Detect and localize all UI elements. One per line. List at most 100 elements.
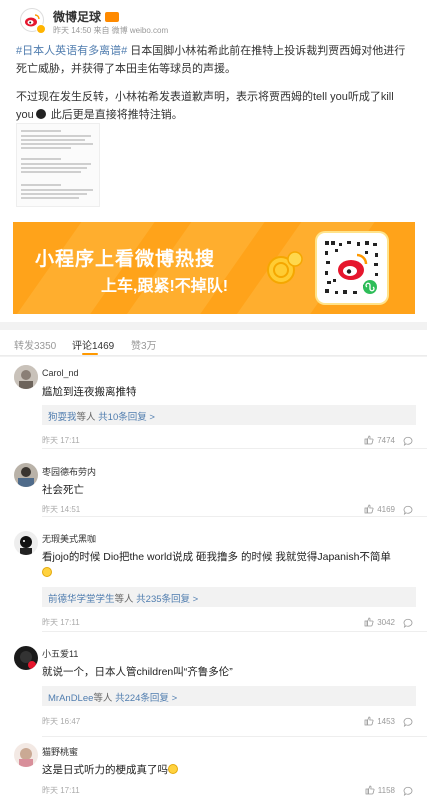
comment-time: 昨天 17:11 bbox=[42, 618, 80, 627]
comment-username[interactable]: Carol_nd bbox=[42, 368, 79, 378]
mini-program-banner[interactable]: 小程序上看微博热搜 上车,跟紧!不掉队! bbox=[13, 222, 415, 314]
thumb-up-icon bbox=[364, 617, 374, 627]
like-count: 1158 bbox=[377, 785, 395, 795]
comment-item: 小五爱11 就说一个，日本人管children叫“齐鲁多伦” MrAnDLee等… bbox=[0, 632, 427, 737]
reply-bubble-icon[interactable] bbox=[403, 436, 413, 446]
reply-bubble-icon[interactable] bbox=[403, 618, 413, 628]
active-tab-indicator bbox=[82, 353, 98, 355]
reply-summary[interactable]: MrAnDLee等人 共224条回复 > bbox=[42, 686, 416, 706]
tab-repost[interactable]: 转发3350 bbox=[14, 337, 56, 352]
avatar[interactable] bbox=[14, 743, 38, 767]
reply-summary[interactable]: 前德华学堂学生等人 共235条回复 > bbox=[42, 587, 416, 607]
emoji-icon bbox=[168, 764, 178, 774]
post-image-thumbnail[interactable] bbox=[16, 123, 100, 207]
avatar-image bbox=[14, 646, 38, 670]
reply-mid: 等人 bbox=[114, 594, 134, 605]
thumb-line bbox=[21, 147, 71, 149]
like-button[interactable]: 7474 bbox=[364, 435, 395, 445]
comment-time: 昨天 17:11 bbox=[42, 786, 80, 795]
thumb-line bbox=[21, 171, 81, 173]
vip-badge-icon bbox=[105, 11, 120, 22]
thumb-line bbox=[21, 167, 87, 169]
comment-username[interactable]: 猫野桃蜜 bbox=[42, 745, 78, 758]
comment-item: 无瑕美式黑咖 看jojo的时候 Dio把the world说成 砸我撸多 的时候… bbox=[0, 517, 427, 632]
avatar[interactable] bbox=[14, 463, 38, 487]
hashtag-link[interactable]: #日本人英语有多离谱# bbox=[16, 45, 127, 57]
thumb-line bbox=[21, 135, 91, 137]
reply-bubble-icon[interactable] bbox=[403, 786, 413, 796]
qr-pattern bbox=[325, 241, 378, 294]
tab-like[interactable]: 赞3万 bbox=[131, 337, 157, 352]
post-tabs: 转发3350 评论1469 赞3万 bbox=[0, 330, 427, 356]
verified-badge bbox=[36, 24, 46, 34]
reply-count-link[interactable]: 共224条回复 > bbox=[115, 693, 177, 704]
like-button[interactable]: 1158 bbox=[365, 785, 395, 795]
comment-item: Carol_nd 尴尬到连夜搬离推特 狗耍我等人 共10条回复 > 昨天 17:… bbox=[0, 357, 427, 449]
comment-username[interactable]: 小五爱11 bbox=[42, 647, 78, 660]
thumb-up-icon bbox=[364, 504, 374, 514]
thumb-line bbox=[21, 189, 93, 191]
post-body: #日本人英语有多离谱# 日本国脚小林祐希此前在推特上投诉裁判贾西姆对他进行死亡威… bbox=[16, 42, 412, 124]
author-name[interactable]: 微博足球 bbox=[53, 8, 101, 25]
avatar[interactable] bbox=[14, 531, 38, 555]
post-paragraph-2b: 此后更是直接将推特注销。 bbox=[47, 109, 183, 121]
comment-text: 看jojo的时候 Dio把the world说成 砸我撸多 的时候 我就觉得Ja… bbox=[42, 551, 391, 563]
avatar-image bbox=[14, 365, 38, 389]
reply-count-link[interactable]: 共235条回复 > bbox=[136, 594, 198, 605]
comment-username[interactable]: 枣园德布劳内 bbox=[42, 465, 96, 478]
reply-bubble-icon[interactable] bbox=[403, 505, 413, 515]
reply-user[interactable]: MrAnDLee bbox=[48, 693, 93, 704]
thumb-line bbox=[21, 193, 87, 195]
comment-username[interactable]: 无瑕美式黑咖 bbox=[42, 532, 96, 545]
emoji-icon bbox=[35, 109, 46, 119]
thumb-line bbox=[21, 143, 93, 145]
reply-mid: 等人 bbox=[76, 412, 96, 423]
thumb-up-icon bbox=[364, 435, 374, 445]
thumb-up-icon bbox=[364, 716, 374, 726]
tab-comment[interactable]: 评论1469 bbox=[72, 337, 115, 355]
comment-text: 社会死亡 bbox=[42, 484, 84, 496]
reply-user[interactable]: 狗耍我 bbox=[48, 412, 77, 423]
banner-subtitle: 上车,跟紧!不掉队! bbox=[101, 278, 229, 295]
weibo-post: 微博足球 昨天 14:50 来自 微博 weibo.com #日本人英语有多离谱… bbox=[0, 0, 427, 322]
comment-item: 枣园德布劳内 社会死亡 昨天 14:51 4169 bbox=[0, 449, 427, 517]
post-header: 微博足球 昨天 14:50 来自 微博 weibo.com bbox=[12, 8, 412, 36]
qr-code-icon[interactable] bbox=[317, 233, 387, 303]
comment-text: 就说一个，日本人管children叫“齐鲁多伦” bbox=[42, 666, 233, 678]
thumb-line bbox=[21, 184, 61, 186]
avatar-image bbox=[14, 463, 38, 487]
thumb-line bbox=[21, 130, 61, 132]
post-meta: 昨天 14:50 来自 微博 weibo.com bbox=[53, 26, 169, 35]
thumb-line bbox=[21, 158, 61, 160]
reply-bubble-icon[interactable] bbox=[403, 717, 413, 727]
avatar-image bbox=[14, 531, 38, 555]
banner-title: 小程序上看微博热搜 bbox=[35, 249, 216, 270]
tab-comment-label: 评论1469 bbox=[72, 341, 115, 352]
reply-summary[interactable]: 狗耍我等人 共10条回复 > bbox=[42, 405, 416, 425]
comment-time: 昨天 17:11 bbox=[42, 436, 80, 445]
like-count: 3042 bbox=[377, 617, 395, 627]
comment-list: Carol_nd 尴尬到连夜搬离推特 狗耍我等人 共10条回复 > 昨天 17:… bbox=[0, 357, 427, 800]
like-button[interactable]: 4169 bbox=[364, 504, 395, 514]
like-button[interactable]: 1453 bbox=[364, 716, 395, 726]
thumb-up-icon bbox=[365, 785, 375, 795]
emoji-icon bbox=[42, 567, 52, 577]
reply-user[interactable]: 前德华学堂学生 bbox=[48, 594, 115, 605]
thumb-line bbox=[21, 197, 79, 199]
avatar[interactable] bbox=[14, 646, 38, 670]
comment-item: 猫野桃蜜 这是日式听力的梗成真了吗 昨天 17:11 1158 bbox=[0, 737, 427, 800]
coins-decoration-icon bbox=[267, 251, 303, 284]
reply-mid: 等人 bbox=[93, 693, 113, 704]
reply-count-link[interactable]: 共10条回复 > bbox=[98, 412, 155, 423]
like-button[interactable]: 3042 bbox=[364, 617, 395, 627]
comment-text: 尴尬到连夜搬离推特 bbox=[42, 386, 137, 398]
comment-time: 昨天 14:51 bbox=[42, 505, 81, 514]
like-count: 7474 bbox=[377, 435, 395, 445]
avatar[interactable] bbox=[14, 365, 38, 389]
avatar-image bbox=[14, 743, 38, 767]
thumb-line bbox=[21, 139, 85, 141]
comment-time: 昨天 16:47 bbox=[42, 717, 81, 726]
author-avatar[interactable] bbox=[20, 8, 46, 34]
like-count: 1453 bbox=[377, 716, 395, 726]
like-count: 4169 bbox=[377, 504, 395, 514]
